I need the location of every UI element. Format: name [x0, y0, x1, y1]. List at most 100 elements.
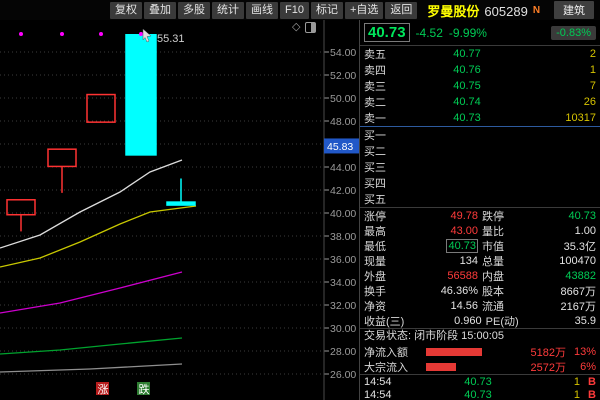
stat-label: 涨停	[364, 208, 386, 224]
bid-row-1[interactable]: 买一	[360, 127, 600, 143]
toolbar-button-adjust-price[interactable]: 复权	[110, 2, 142, 19]
tick-time: 14:54	[364, 376, 410, 388]
high-price-marker: 55.31	[157, 33, 185, 45]
stat-label: 股本	[482, 283, 504, 299]
axis-label: 44.00	[330, 162, 356, 174]
candle-body	[167, 202, 195, 205]
stat-value: 14.56	[390, 300, 478, 312]
flow-percent: 13%	[566, 346, 596, 358]
layout-icon[interactable]	[305, 22, 316, 33]
ask-volume: 10317	[534, 112, 596, 124]
stock-identity: 罗曼股份 605289 N	[427, 1, 540, 20]
ask-row-5[interactable]: 卖五40.772	[360, 46, 600, 62]
index-change-badge[interactable]: -0.83%	[551, 26, 596, 40]
toolbar-button-multi-stock[interactable]: 多股	[178, 2, 210, 19]
tick-price: 40.73	[410, 389, 546, 400]
chart-corner-icons: ◇	[292, 22, 316, 33]
stat-label: 最高	[364, 223, 386, 239]
stat-label: 最低	[364, 238, 386, 254]
stat-label: 净资	[364, 298, 386, 314]
candle-body	[7, 200, 35, 215]
new-stock-tag: N	[533, 5, 540, 16]
ask-label: 卖五	[364, 46, 400, 62]
flow-bar	[426, 363, 456, 371]
flow-row: 大宗流入2572万6%	[360, 359, 600, 374]
toolbar: 复权叠加多股统计画线F10标记+自选返回 罗曼股份 605289 N 建筑	[0, 0, 600, 21]
toolbar-button-mark[interactable]: 标记	[311, 2, 343, 19]
bid-row-3[interactable]: 买三	[360, 159, 600, 175]
trading-app-window: 复权叠加多股统计画线F10标记+自选返回 罗曼股份 605289 N 建筑 54…	[0, 0, 600, 400]
kline-chart-svg[interactable]: 54.0052.0050.0048.0044.0042.0040.0038.00…	[0, 20, 359, 400]
stat-value: 35.3亿	[508, 238, 596, 254]
ask-label: 卖二	[364, 94, 400, 110]
toolbar-button-draw-line[interactable]: 画线	[246, 2, 278, 19]
price-change-pct: -9.99%	[449, 26, 487, 40]
trading-status: 交易状态: 闭市阶段 15:00:05	[360, 329, 600, 344]
ask-volume: 26	[534, 96, 596, 108]
stat-label: 外盘	[364, 268, 386, 284]
tick-price: 40.73	[410, 376, 546, 388]
tick-row: 14:5440.731B	[360, 375, 600, 388]
ask-row-2[interactable]: 卖二40.7426	[360, 94, 600, 110]
money-flow-section: 净流入额 5182万13%大宗流入2572万6%	[360, 344, 600, 374]
diamond-icon[interactable]: ◇	[292, 22, 300, 33]
stat-label: 市值	[482, 238, 504, 254]
axis-label: 34.00	[330, 277, 356, 289]
axis-label: 26.00	[330, 369, 356, 381]
bid-row-2[interactable]: 买二	[360, 143, 600, 159]
stat-label: 跌停	[482, 208, 504, 224]
last-price: 40.73	[364, 23, 410, 42]
stat-value: 134	[390, 255, 478, 267]
tick-volume: 1	[546, 376, 580, 388]
candle-body	[48, 149, 76, 166]
stat-label: PE(动)	[486, 313, 519, 329]
stat-value: 49.78	[390, 210, 478, 222]
tick-row: 14:5440.731B	[360, 388, 600, 400]
kline-chart-area[interactable]: 54.0052.0050.0048.0044.0042.0040.0038.00…	[0, 20, 359, 400]
toolbar-button-statistics[interactable]: 统计	[212, 2, 244, 19]
ask-price: 40.75	[400, 80, 534, 92]
flow-bar-track	[426, 348, 520, 356]
stat-label: 内盘	[482, 268, 504, 284]
ask-row-3[interactable]: 卖三40.757	[360, 78, 600, 94]
flow-bar	[426, 348, 482, 356]
bid-label: 买五	[364, 191, 400, 207]
stat-row: 净资14.56流通2167万	[360, 298, 600, 313]
bid-row-5[interactable]: 买五	[360, 191, 600, 207]
bid-label: 买一	[364, 127, 400, 143]
stat-value: 100470	[508, 255, 596, 267]
ask-price: 40.76	[400, 64, 534, 76]
ask-row-4[interactable]: 卖四40.761	[360, 62, 600, 78]
toolbar-button-back[interactable]: 返回	[385, 2, 417, 19]
toolbar-button-f10[interactable]: F10	[280, 2, 309, 19]
ma-gray-line	[0, 364, 182, 372]
flow-label: 大宗流入	[364, 359, 426, 375]
quote-summary-row: 40.73 -4.52 -9.99% -0.83%	[360, 20, 600, 46]
ask-price: 40.77	[400, 48, 534, 60]
stat-label: 量比	[482, 223, 504, 239]
stat-value: 2167万	[508, 298, 596, 314]
stat-label: 总量	[482, 253, 504, 269]
marker-dot	[139, 32, 143, 36]
axis-label: 48.00	[330, 116, 356, 128]
axis-label: 36.00	[330, 254, 356, 266]
candle-body	[126, 35, 156, 155]
marker-dot	[60, 32, 64, 36]
stat-value-boxed: 40.73	[446, 239, 478, 253]
axis-label: 50.00	[330, 93, 356, 105]
quote-panel: 40.73 -4.52 -9.99% -0.83% 卖五40.772卖四40.7…	[359, 20, 600, 400]
toolbar-button-add-watchlist[interactable]: +自选	[345, 2, 383, 19]
ask-volume: 7	[534, 80, 596, 92]
flow-value: 5182万	[520, 344, 566, 360]
industry-badge[interactable]: 建筑	[554, 1, 594, 19]
ask-volume: 2	[534, 48, 596, 60]
axis-label: 30.00	[330, 323, 356, 335]
axis-highlight-label: 45.83	[327, 141, 353, 153]
stat-value: 40.73	[390, 240, 478, 252]
toolbar-button-overlay[interactable]: 叠加	[144, 2, 176, 19]
flow-label: 净流入额	[364, 344, 426, 360]
legend-badge-label: 涨	[98, 383, 109, 396]
stat-row: 涨停49.78跌停40.73	[360, 208, 600, 223]
ask-row-1[interactable]: 卖一40.7310317	[360, 110, 600, 126]
bid-row-4[interactable]: 买四	[360, 175, 600, 191]
